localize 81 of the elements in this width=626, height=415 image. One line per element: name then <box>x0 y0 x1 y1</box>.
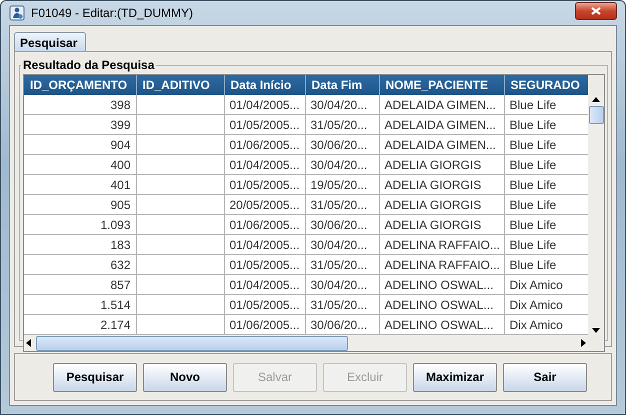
table-cell: 31/05/20... <box>310 258 368 272</box>
table-cell: 30/04/20... <box>310 278 368 292</box>
table-cell: 01/06/2005... <box>230 138 300 152</box>
table-cell: ADELINO OSWAL... <box>384 318 494 332</box>
table-cell: 01/04/2005... <box>230 278 300 292</box>
table-cell: 905 <box>110 198 130 212</box>
table-cell: 01/06/2005... <box>230 218 300 232</box>
column-header[interactable]: ID_ADITIVO <box>136 75 224 95</box>
scroll-down-icon <box>590 325 602 335</box>
scroll-right-icon <box>578 337 588 349</box>
table-cell: ADELIA GIORGIS <box>384 218 482 232</box>
table-cell: 400 <box>110 158 130 172</box>
table-cell: ADELINO OSWAL... <box>384 298 494 312</box>
table-cell: 19/05/20... <box>310 178 368 192</box>
table-cell: 01/04/2005... <box>230 158 300 172</box>
table-cell: 399 <box>110 118 130 132</box>
table-cell: 01/05/2005... <box>230 118 300 132</box>
table-cell: ADELAIDA GIMEN... <box>384 98 496 112</box>
group-title: Resultado da Pesquisa <box>22 58 156 72</box>
window-title: F01049 - Editar:(TD_DUMMY) <box>31 6 194 20</box>
table-cell: ADELIA GIORGIS <box>384 198 482 212</box>
table-cell: Blue Life <box>510 178 556 192</box>
table-cell: 20/05/2005... <box>230 198 300 212</box>
table-cell: ADELIA GIORGIS <box>384 158 482 172</box>
table-cell: 01/04/2005... <box>230 238 300 252</box>
scrollbar-thumb[interactable] <box>588 106 604 124</box>
table-cell: 30/04/20... <box>310 98 368 112</box>
scrollbar-thumb[interactable] <box>36 336 348 350</box>
table-cell: Dix Amico <box>510 278 563 292</box>
table-cell: 30/06/20... <box>310 138 368 152</box>
table-cell: Blue Life <box>510 138 556 152</box>
table-cell: ADELINA RAFFAIO... <box>384 238 500 252</box>
column-header[interactable]: Data Fim <box>305 75 379 95</box>
table-cell: 01/04/2005... <box>230 98 300 112</box>
table-cell: ADELINA RAFFAIO... <box>384 258 500 272</box>
table-cell: Blue Life <box>510 218 556 232</box>
table-cell: 904 <box>110 138 130 152</box>
action-button[interactable]: Maximizar <box>413 362 497 392</box>
column-header[interactable]: ID_ORÇAMENTO <box>24 75 136 95</box>
action-button[interactable]: Novo <box>143 362 227 392</box>
column-header[interactable]: NOME_PACIENTE <box>379 75 504 95</box>
action-button[interactable]: Sair <box>503 362 587 392</box>
table-cell: 398 <box>110 98 130 112</box>
table-cell: 30/04/20... <box>310 238 368 252</box>
table-cell: 30/06/20... <box>310 318 368 332</box>
table-cell: Blue Life <box>510 198 556 212</box>
column-header[interactable]: SEGURADO <box>504 75 588 95</box>
table-cell: 1.514 <box>100 298 130 312</box>
table-cell: Blue Life <box>510 98 556 112</box>
table-cell: 01/05/2005... <box>230 178 300 192</box>
table-cell: 183 <box>110 238 130 252</box>
table-cell: 1.093 <box>100 218 130 232</box>
table-cell: 30/04/20... <box>310 158 368 172</box>
table-cell: 401 <box>110 178 130 192</box>
table-cell: 01/05/2005... <box>230 258 300 272</box>
scroll-left-icon <box>24 337 34 349</box>
close-icon <box>589 5 603 17</box>
table-cell: ADELINO OSWAL... <box>384 278 494 292</box>
table-cell: Blue Life <box>510 118 556 132</box>
table-cell: 30/06/20... <box>310 218 368 232</box>
table-cell: ADELAIDA GIMEN... <box>384 138 496 152</box>
table-cell: 31/05/20... <box>310 298 368 312</box>
table-cell: 31/05/20... <box>310 118 368 132</box>
column-header[interactable]: Data Início <box>224 75 305 95</box>
app-icon <box>9 5 25 21</box>
tab[interactable]: Pesquisar <box>14 32 86 51</box>
table-cell: Blue Life <box>510 158 556 172</box>
table-cell: 01/06/2005... <box>230 318 300 332</box>
table-cell: Dix Amico <box>510 298 563 312</box>
table-cell: Blue Life <box>510 258 556 272</box>
table-cell: 01/05/2005... <box>230 298 300 312</box>
action-button[interactable]: Pesquisar <box>53 362 137 392</box>
table-cell: 31/05/20... <box>310 198 368 212</box>
table-cell: Blue Life <box>510 238 556 252</box>
table-cell: ADELAIDA GIMEN... <box>384 118 496 132</box>
table-cell: 632 <box>110 258 130 272</box>
close-button[interactable] <box>575 2 617 20</box>
table-cell: 857 <box>110 278 130 292</box>
table-cell: 2.174 <box>100 318 130 332</box>
table-cell: ADELIA GIORGIS <box>384 178 482 192</box>
table-cell: Dix Amico <box>510 318 563 332</box>
